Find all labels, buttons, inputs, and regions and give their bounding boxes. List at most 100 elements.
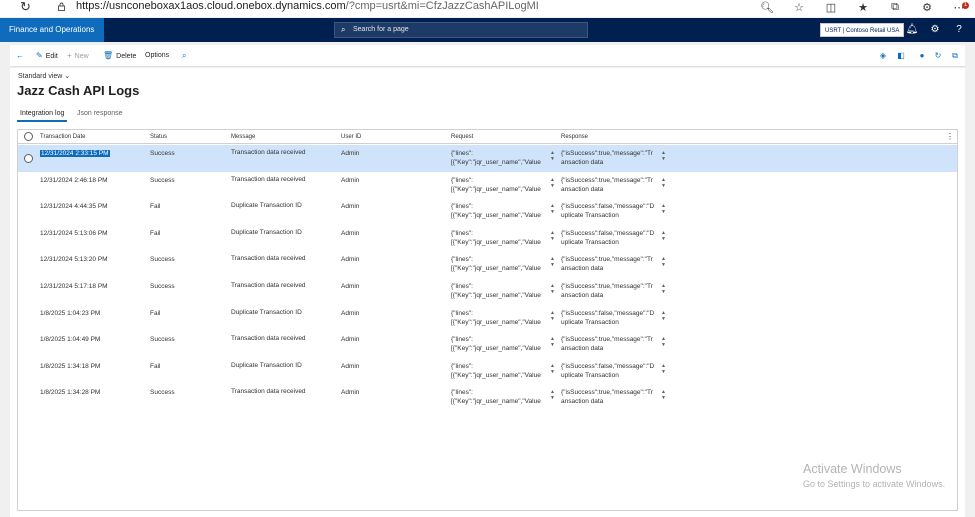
attachments-icon[interactable]: ● <box>915 45 929 67</box>
zoom-icon[interactable]: 🔍︎ <box>751 0 783 14</box>
message-cell[interactable]: Transaction data received <box>231 388 306 395</box>
response-cell[interactable]: {"isSuccess":true,"message":"Tr ansactio… <box>561 149 658 168</box>
table-row[interactable]: 1/8/2025 1:04:49 PM Success Transaction da… <box>18 331 957 358</box>
status-cell[interactable]: Success <box>150 389 175 396</box>
status-cell[interactable]: Success <box>150 283 175 290</box>
response-scroll-icon[interactable]: ▲ ▼ <box>660 389 667 401</box>
collections-icon[interactable]: ⧉ <box>879 0 911 14</box>
message-cell[interactable]: Transaction data received <box>231 255 306 262</box>
response-cell[interactable]: {"isSuccess":true,"message":"Tr ansactio… <box>561 335 658 354</box>
response-scroll-icon[interactable]: ▲ ▼ <box>660 177 667 189</box>
search-input[interactable]: ⌕ Search for a page <box>334 22 588 38</box>
notifications-icon[interactable]: 🔔︎ <box>901 18 923 42</box>
message-cell[interactable]: Transaction data received <box>231 149 306 156</box>
select-all-radio[interactable] <box>24 132 33 141</box>
request-scroll-icon[interactable]: ▲ ▼ <box>549 363 556 375</box>
response-scroll-icon[interactable]: ▲ ▼ <box>660 310 667 322</box>
message-cell[interactable]: Transaction data received <box>231 176 306 183</box>
transaction-date-cell[interactable]: 12/31/2024 5:17:18 PM <box>40 283 108 290</box>
request-cell[interactable]: {"lines": [{"Key":"jqr_user_name","Value <box>451 388 546 407</box>
edit-button[interactable]: ✎ Edit <box>36 45 58 67</box>
options-button[interactable]: Options <box>145 45 169 67</box>
response-cell[interactable]: {"isSuccess":true,"message":"Tr ansactio… <box>561 176 658 195</box>
transaction-date-cell[interactable]: 12/31/2024 4:44:35 PM <box>40 203 108 210</box>
transaction-date-cell[interactable]: 12/31/2024 5:13:06 PM <box>40 230 108 237</box>
message-cell[interactable]: Duplicate Transaction ID <box>231 362 302 369</box>
user-id-cell[interactable]: Admin <box>341 310 359 317</box>
user-id-cell[interactable]: Admin <box>341 230 359 237</box>
address-bar[interactable]: https://usnconeboxax1aos.cloud.onebox.dy… <box>76 0 539 12</box>
column-header-user-id[interactable]: User ID <box>341 130 361 144</box>
app-title[interactable]: Finance and Operations <box>0 18 104 42</box>
transaction-date-cell[interactable]: 1/8/2025 1:34:28 PM <box>40 389 100 396</box>
status-cell[interactable]: Fail <box>150 363 160 370</box>
refresh-icon[interactable]: ↻ <box>20 0 31 13</box>
request-cell[interactable]: {"lines": [{"Key":"jqr_user_name","Value <box>451 255 546 274</box>
status-cell[interactable]: Success <box>150 336 175 343</box>
response-scroll-icon[interactable]: ▲ ▼ <box>660 150 667 162</box>
help-icon[interactable]: ? <box>948 18 970 42</box>
response-scroll-icon[interactable]: ▲ ▼ <box>660 283 667 295</box>
tab-integration-log[interactable]: Integration log <box>17 108 68 122</box>
transaction-date-cell[interactable]: 1/8/2025 1:04:23 PM <box>40 310 100 317</box>
request-cell[interactable]: {"lines": [{"Key":"jqr_user_name","Value <box>451 149 546 168</box>
tab-json-response[interactable]: Json response <box>77 108 123 122</box>
request-scroll-icon[interactable]: ▲ ▼ <box>549 256 556 268</box>
table-row[interactable]: 12/31/2024 5:17:18 PM Success Transaction … <box>18 278 957 305</box>
user-id-cell[interactable]: Admin <box>341 363 359 370</box>
user-id-cell[interactable]: Admin <box>341 203 359 210</box>
transaction-date-cell[interactable]: 12/31/2024 2:46:18 PM <box>40 177 108 184</box>
response-cell[interactable]: {"isSuccess":true,"message":"Tr ansactio… <box>561 255 658 274</box>
table-row[interactable]: 12/31/2024 2:33:15 PM Success Transaction … <box>18 145 957 172</box>
request-scroll-icon[interactable]: ▲ ▼ <box>549 310 556 322</box>
user-id-cell[interactable]: Admin <box>341 177 359 184</box>
table-row[interactable]: 1/8/2025 1:04:23 PM Fail Duplicate Transac… <box>18 305 957 332</box>
response-scroll-icon[interactable]: ▲ ▼ <box>660 256 667 268</box>
request-cell[interactable]: {"lines": [{"Key":"jqr_user_name","Value <box>451 309 546 328</box>
table-row[interactable]: 1/8/2025 1:34:28 PM Success Transaction da… <box>18 384 957 411</box>
favorites-bar-icon[interactable]: ★ <box>847 0 879 14</box>
request-scroll-icon[interactable]: ▲ ▼ <box>549 177 556 189</box>
request-scroll-icon[interactable]: ▲ ▼ <box>549 389 556 401</box>
request-cell[interactable]: {"lines": [{"Key":"jqr_user_name","Value <box>451 229 546 248</box>
table-row[interactable]: 12/31/2024 4:44:35 PM Fail Duplicate Trans… <box>18 198 957 225</box>
request-scroll-icon[interactable]: ▲ ▼ <box>549 230 556 242</box>
response-scroll-icon[interactable]: ▲ ▼ <box>660 203 667 215</box>
transaction-date-cell[interactable]: 12/31/2024 5:13:20 PM <box>40 256 108 263</box>
settings-gear-icon[interactable]: ⚙ <box>924 18 946 42</box>
action-search-button[interactable]: ⌕ <box>182 45 189 67</box>
power-apps-icon[interactable]: ◈ <box>876 45 890 67</box>
request-scroll-icon[interactable]: ▲ ▼ <box>549 336 556 348</box>
extensions-icon[interactable]: ⚙ <box>911 0 943 14</box>
table-row[interactable]: 1/8/2025 1:34:18 PM Fail Duplicate Transac… <box>18 358 957 385</box>
response-cell[interactable]: {"isSuccess":false,"message":"D uplicate… <box>561 202 658 221</box>
back-button[interactable]: ← <box>16 45 27 67</box>
view-selector[interactable]: Standard view ⌄ <box>18 72 70 80</box>
user-id-cell[interactable]: Admin <box>341 256 359 263</box>
request-scroll-icon[interactable]: ▲ ▼ <box>549 283 556 295</box>
response-cell[interactable]: {"isSuccess":false,"message":"D uplicate… <box>561 229 658 248</box>
new-button[interactable]: + New <box>67 45 89 67</box>
copilot-icon[interactable]: ⋯ 1 <box>943 0 975 14</box>
message-cell[interactable]: Duplicate Transaction ID <box>231 202 302 209</box>
message-cell[interactable]: Duplicate Transaction ID <box>231 309 302 316</box>
request-cell[interactable]: {"lines": [{"Key":"jqr_user_name","Value <box>451 176 546 195</box>
request-scroll-icon[interactable]: ▲ ▼ <box>549 150 556 162</box>
user-id-cell[interactable]: Admin <box>341 283 359 290</box>
row-select-radio[interactable] <box>24 154 33 163</box>
office-icon[interactable]: ◧ <box>894 45 908 67</box>
table-row[interactable]: 12/31/2024 2:46:18 PM Success Transaction … <box>18 172 957 199</box>
status-cell[interactable]: Fail <box>150 310 160 317</box>
status-cell[interactable]: Success <box>150 150 175 157</box>
request-cell[interactable]: {"lines": [{"Key":"jqr_user_name","Value <box>451 202 546 221</box>
transaction-date-cell[interactable]: 1/8/2025 1:34:18 PM <box>40 363 100 370</box>
request-scroll-icon[interactable]: ▲ ▼ <box>549 203 556 215</box>
status-cell[interactable]: Success <box>150 177 175 184</box>
response-scroll-icon[interactable]: ▲ ▼ <box>660 336 667 348</box>
column-header-transaction-date[interactable]: Transaction Date <box>40 130 85 144</box>
message-cell[interactable]: Transaction data received <box>231 282 306 289</box>
request-cell[interactable]: {"lines": [{"Key":"jqr_user_name","Value <box>451 362 546 381</box>
split-screen-icon[interactable]: ◫ <box>815 0 847 14</box>
user-id-cell[interactable]: Admin <box>341 389 359 396</box>
column-header-request[interactable]: Request <box>451 130 473 144</box>
